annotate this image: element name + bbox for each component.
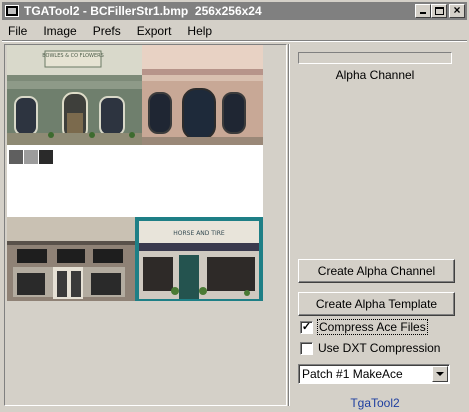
use-dxt-option[interactable]: Use DXT Compression <box>300 340 440 356</box>
menu-bar: File Image Prefs Export Help <box>2 22 467 40</box>
menu-separator <box>2 40 467 42</box>
menu-help[interactable]: Help <box>179 22 220 40</box>
menu-prefs[interactable]: Prefs <box>85 22 129 40</box>
pane-splitter[interactable] <box>288 44 290 406</box>
create-alpha-template-button[interactable]: Create Alpha Template <box>298 292 455 316</box>
preset-dropdown[interactable]: Patch #1 MakeAce <box>298 364 450 384</box>
title-bar: TGATool2 - BCFillerStr1.bmp 256x256x24 × <box>2 2 467 20</box>
use-dxt-checkbox[interactable] <box>300 341 313 355</box>
alpha-channel-label: Alpha Channel <box>335 68 415 82</box>
sign-bottom-text: HORSE AND TIRE <box>173 230 225 237</box>
tool-panel: Alpha Channel Create Alpha Channel Creat… <box>292 44 462 410</box>
app-icon <box>4 4 20 18</box>
minimize-icon <box>420 12 426 14</box>
compress-ace-checkbox[interactable]: ✓ <box>300 320 313 334</box>
compress-ace-label: Compress Ace Files <box>317 319 428 335</box>
texture-canvas: BOWLES & CO FLOWERS HORSE AND TIRE <box>7 45 263 301</box>
maximize-icon <box>435 7 444 15</box>
menu-file[interactable]: File <box>2 22 35 40</box>
maximize-button[interactable] <box>431 4 447 18</box>
dropdown-button[interactable] <box>432 366 448 382</box>
chevron-down-icon <box>436 372 444 376</box>
compress-ace-option[interactable]: ✓ Compress Ace Files <box>300 319 428 335</box>
texture-preview-image: BOWLES & CO FLOWERS HORSE AND TIRE <box>7 45 263 301</box>
minimize-button[interactable] <box>415 4 431 18</box>
preset-value: Patch #1 MakeAce <box>302 367 403 381</box>
progress-bar <box>298 52 452 64</box>
app-name-label: TgaTool2 <box>350 396 400 410</box>
window-title: TGATool2 - BCFillerStr1.bmp 256x256x24 <box>24 4 262 18</box>
menu-export[interactable]: Export <box>129 22 180 40</box>
use-dxt-label: Use DXT Compression <box>318 341 441 355</box>
sign-top-text: BOWLES & CO FLOWERS <box>42 53 104 59</box>
close-icon: × <box>453 3 461 17</box>
image-view-pane[interactable]: BOWLES & CO FLOWERS HORSE AND TIRE <box>4 44 287 406</box>
close-button[interactable]: × <box>449 3 465 18</box>
create-alpha-channel-button[interactable]: Create Alpha Channel <box>298 259 455 283</box>
app-window: TGATool2 - BCFillerStr1.bmp 256x256x24 ×… <box>0 0 469 412</box>
menu-image[interactable]: Image <box>35 22 84 40</box>
